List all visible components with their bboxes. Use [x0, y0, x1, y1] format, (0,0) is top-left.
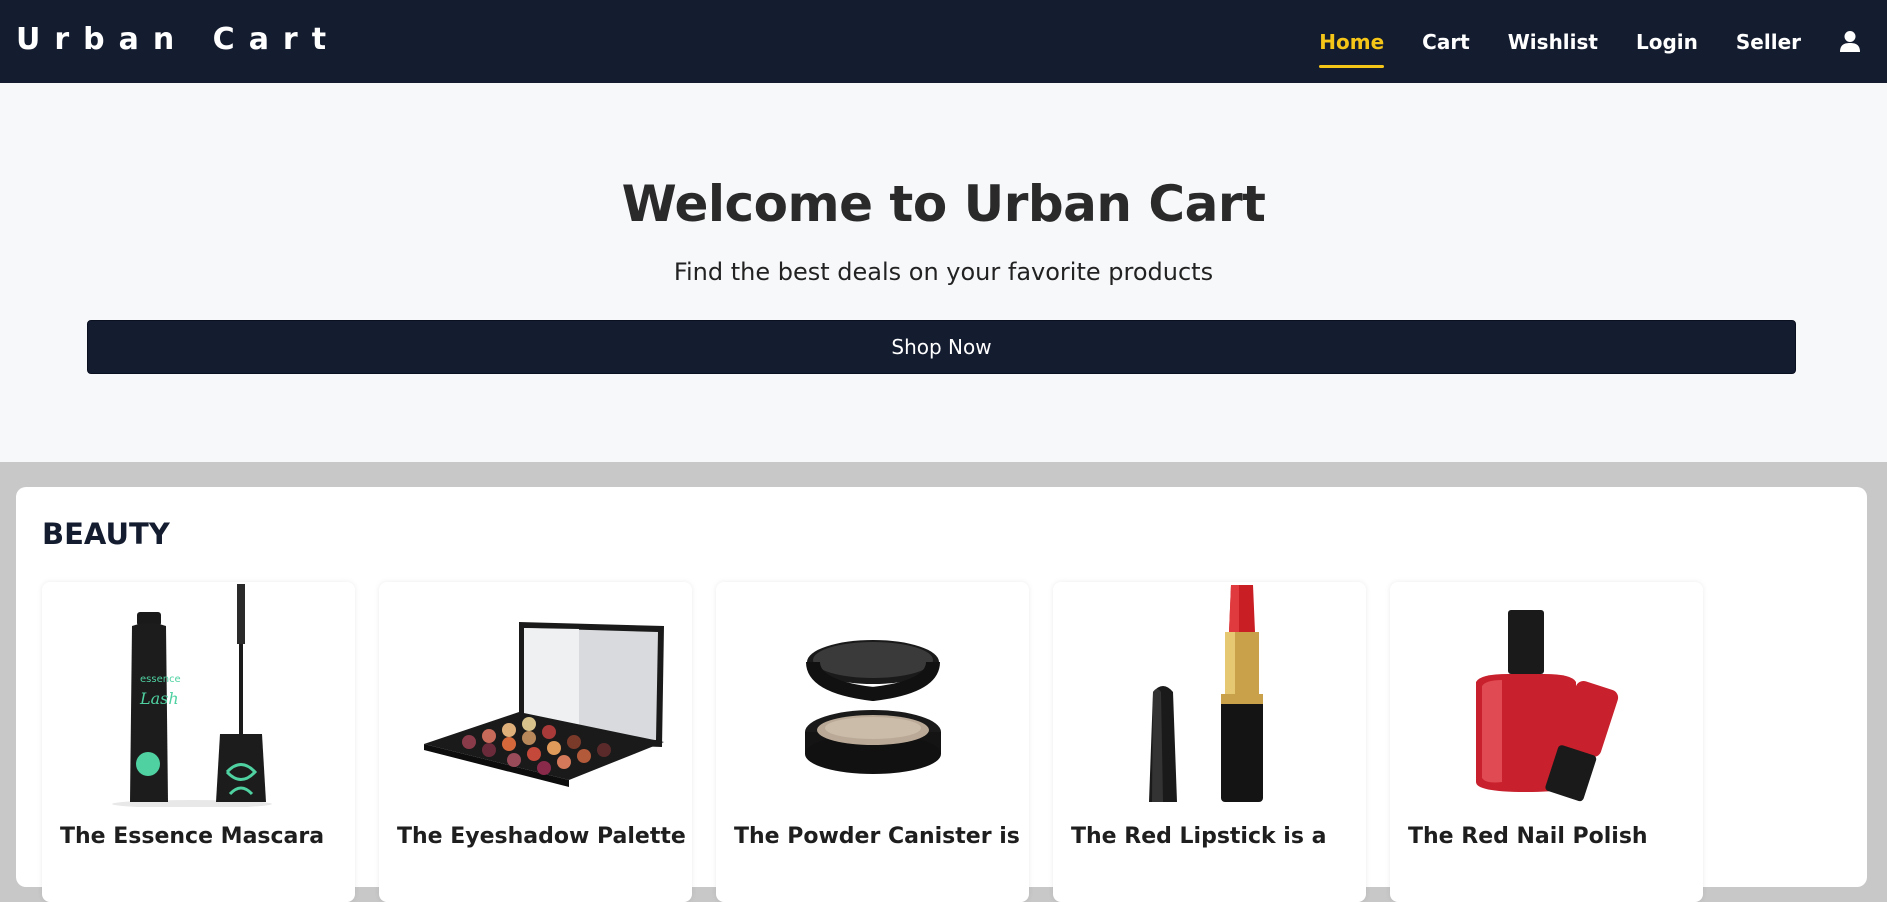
brand-logo[interactable]: Urban Cart [16, 22, 340, 57]
product-list: essence Lash The Essence Mascara The Eye… [42, 582, 1703, 902]
product-card[interactable]: The Red Lipstick is a [1053, 582, 1366, 902]
product-name: The Eyeshadow Palette [397, 824, 686, 849]
nav-links: Home Cart Wishlist Login Seller [1281, 0, 1861, 83]
hero-subtitle: Find the best deals on your favorite pro… [673, 258, 1214, 286]
svg-text:Lash: Lash [139, 689, 179, 708]
eyeshadow-palette-image [424, 622, 664, 787]
nav-seller[interactable]: Seller [1736, 24, 1801, 60]
product-name: The Red Nail Polish [1408, 824, 1648, 849]
product-card[interactable]: The Eyeshadow Palette [379, 582, 692, 902]
product-card[interactable]: The Red Nail Polish [1390, 582, 1703, 902]
red-nail-polish-image [1476, 610, 1619, 802]
product-name: The Red Lipstick is a [1071, 824, 1327, 849]
category-section: BEAUTY essence Lash The Essence Mascara [16, 487, 1867, 902]
navbar: Urban Cart Home Cart Wishlist Login Sell… [0, 0, 1887, 83]
mascara-image: essence Lash [112, 584, 272, 807]
user-icon[interactable] [1839, 30, 1861, 54]
hero-title: Welcome to Urban Cart [621, 175, 1266, 233]
product-card[interactable]: The Powder Canister is [716, 582, 1029, 902]
nav-login[interactable]: Login [1636, 24, 1698, 60]
category-title: BEAUTY [42, 517, 170, 551]
powder-canister-image [805, 640, 941, 774]
red-lipstick-image [1149, 585, 1263, 802]
product-card[interactable]: essence Lash The Essence Mascara [42, 582, 355, 902]
product-name: The Essence Mascara [60, 824, 325, 849]
nav-home[interactable]: Home [1319, 24, 1384, 68]
product-name: The Powder Canister is [734, 824, 1020, 849]
svg-text:essence: essence [140, 674, 181, 685]
hero-section: Welcome to Urban Cart Find the best deal… [0, 83, 1887, 462]
nav-cart[interactable]: Cart [1422, 24, 1470, 60]
shop-now-button[interactable]: Shop Now [87, 320, 1796, 374]
nav-wishlist[interactable]: Wishlist [1508, 24, 1598, 60]
